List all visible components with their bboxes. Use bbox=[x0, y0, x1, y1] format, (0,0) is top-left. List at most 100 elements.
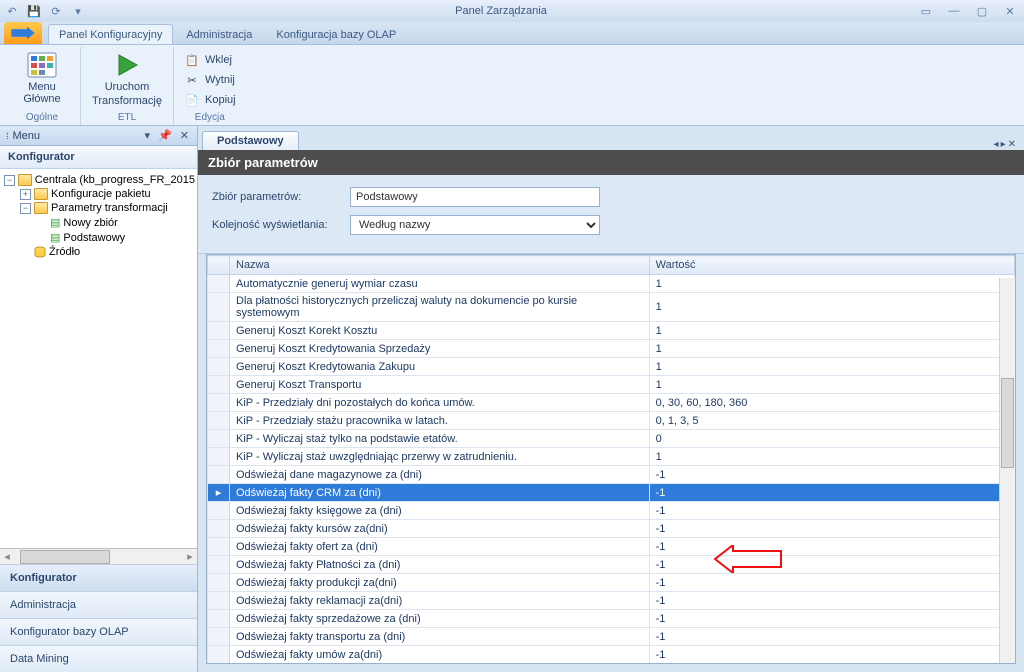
cell-nazwa[interactable]: Generuj Koszt Transportu bbox=[230, 376, 650, 394]
ribbon-tab-olap[interactable]: Konfiguracja bazy OLAP bbox=[265, 24, 407, 44]
copy-button[interactable]: 📄 Kopiuj bbox=[180, 91, 240, 109]
table-row[interactable]: Odświeżaj fakty wizyt za (dni)-1 bbox=[208, 664, 1015, 665]
qat-undo-icon[interactable]: ↶ bbox=[4, 3, 20, 19]
tree-node-parametry[interactable]: − Parametry transformacji bbox=[2, 201, 195, 215]
cell-nazwa[interactable]: Generuj Koszt Kredytowania Sprzedaży bbox=[230, 340, 650, 358]
table-row[interactable]: Odświeżaj fakty Płatności za (dni)-1 bbox=[208, 556, 1015, 574]
table-row[interactable]: Odświeżaj fakty księgowe za (dni)-1 bbox=[208, 502, 1015, 520]
column-header-wartosc[interactable]: Wartość bbox=[649, 256, 1014, 275]
cell-wartosc[interactable]: -1 bbox=[649, 484, 1014, 502]
close-button[interactable]: ✕ bbox=[1000, 3, 1020, 19]
cell-nazwa[interactable]: Odświeżaj fakty wizyt za (dni) bbox=[230, 664, 650, 665]
collapse-icon[interactable]: − bbox=[4, 175, 15, 186]
table-row[interactable]: Odświeżaj fakty umów za(dni)-1 bbox=[208, 646, 1015, 664]
collapse-icon[interactable]: − bbox=[20, 203, 31, 214]
help-button[interactable]: ▭ bbox=[916, 3, 936, 19]
table-row[interactable]: KiP - Wyliczaj staż tylko na podstawie e… bbox=[208, 430, 1015, 448]
cell-wartosc[interactable]: -1 bbox=[649, 646, 1014, 664]
cell-nazwa[interactable]: Dla płatności historycznych przeliczaj w… bbox=[230, 293, 650, 322]
tree-horizontal-scrollbar[interactable]: ◂ ▸ bbox=[0, 548, 197, 564]
tree-node-podstawowy[interactable]: ▤ Podstawowy bbox=[2, 230, 195, 245]
table-row[interactable]: Generuj Koszt Kredytowania Sprzedaży1 bbox=[208, 340, 1015, 358]
cell-wartosc[interactable]: 1 bbox=[649, 448, 1014, 466]
navigation-tree[interactable]: − Centrala (kb_progress_FR_2015 + Konfig… bbox=[0, 169, 197, 548]
cell-nazwa[interactable]: Odświeżaj dane magazynowe za (dni) bbox=[230, 466, 650, 484]
table-row[interactable]: Generuj Koszt Transportu1 bbox=[208, 376, 1015, 394]
nav-item-konfigurator[interactable]: Konfigurator bbox=[0, 564, 197, 591]
main-menu-button[interactable]: Menu Główne bbox=[10, 49, 74, 107]
table-row[interactable]: Odświeżaj fakty kursów za(dni)-1 bbox=[208, 520, 1015, 538]
cell-nazwa[interactable]: Generuj Koszt Kredytowania Zakupu bbox=[230, 358, 650, 376]
cell-nazwa[interactable]: Odświeżaj fakty umów za(dni) bbox=[230, 646, 650, 664]
cell-nazwa[interactable]: Odświeżaj fakty Płatności za (dni) bbox=[230, 556, 650, 574]
cell-wartosc[interactable]: 1 bbox=[649, 293, 1014, 322]
document-tab-podstawowy[interactable]: Podstawowy bbox=[202, 131, 299, 150]
qat-save-icon[interactable]: 💾 bbox=[26, 3, 42, 19]
column-header-nazwa[interactable]: Nazwa bbox=[230, 256, 650, 275]
cell-nazwa[interactable]: Odświeżaj fakty ofert za (dni) bbox=[230, 538, 650, 556]
grid-vertical-scrollbar[interactable] bbox=[999, 278, 1015, 663]
minimize-button[interactable]: — bbox=[944, 3, 964, 19]
cell-wartosc[interactable]: 1 bbox=[649, 275, 1014, 293]
table-row[interactable]: Automatycznie generuj wymiar czasu1 bbox=[208, 275, 1015, 293]
cell-wartosc[interactable]: 1 bbox=[649, 340, 1014, 358]
table-row[interactable]: Generuj Koszt Korekt Kosztu1 bbox=[208, 322, 1015, 340]
tree-node-konfiguracje[interactable]: + Konfiguracje pakietu bbox=[2, 187, 195, 201]
nav-item-datamining[interactable]: Data Mining bbox=[0, 645, 197, 672]
cell-wartosc[interactable]: 0, 1, 3, 5 bbox=[649, 412, 1014, 430]
table-row[interactable]: Odświeżaj fakty ofert za (dni)-1 bbox=[208, 538, 1015, 556]
table-row[interactable]: KiP - Wyliczaj staż uwzględniając przerw… bbox=[208, 448, 1015, 466]
tree-node-nowy-zbior[interactable]: ▤ Nowy zbiór bbox=[2, 215, 195, 230]
cell-nazwa[interactable]: Odświeżaj fakty produkcji za(dni) bbox=[230, 574, 650, 592]
paste-button[interactable]: 📋 Wklej bbox=[180, 51, 240, 69]
table-row[interactable]: Odświeżaj fakty produkcji za(dni)-1 bbox=[208, 574, 1015, 592]
input-zbior-parametrow[interactable] bbox=[350, 187, 600, 207]
cell-nazwa[interactable]: Odświeżaj fakty kursów za(dni) bbox=[230, 520, 650, 538]
cell-nazwa[interactable]: Odświeżaj fakty sprzedażowe za (dni) bbox=[230, 610, 650, 628]
run-transformation-button[interactable]: Uruchom Transformację bbox=[87, 49, 167, 109]
cell-wartosc[interactable]: -1 bbox=[649, 664, 1014, 665]
nav-item-olap[interactable]: Konfigurator bazy OLAP bbox=[0, 618, 197, 645]
table-row[interactable]: KiP - Przedziały dni pozostałych do końc… bbox=[208, 394, 1015, 412]
tab-close-icon[interactable]: ✕ bbox=[1008, 139, 1016, 150]
table-row[interactable]: Dla płatności historycznych przeliczaj w… bbox=[208, 293, 1015, 322]
cell-wartosc[interactable]: 1 bbox=[649, 376, 1014, 394]
table-row[interactable]: Odświeżaj fakty reklamacji za(dni)-1 bbox=[208, 592, 1015, 610]
dropdown-icon[interactable]: ▾ bbox=[143, 129, 153, 142]
cell-nazwa[interactable]: Odświeżaj fakty reklamacji za(dni) bbox=[230, 592, 650, 610]
cell-wartosc[interactable]: -1 bbox=[649, 628, 1014, 646]
qat-more-icon[interactable]: ▾ bbox=[70, 3, 86, 19]
cell-wartosc[interactable]: -1 bbox=[649, 466, 1014, 484]
close-pane-icon[interactable]: ✕ bbox=[178, 129, 191, 142]
cut-button[interactable]: ✂ Wytnij bbox=[180, 71, 240, 89]
cell-nazwa[interactable]: KiP - Wyliczaj staż uwzględniając przerw… bbox=[230, 448, 650, 466]
tree-node-root[interactable]: − Centrala (kb_progress_FR_2015 bbox=[2, 173, 195, 187]
cell-nazwa[interactable]: KiP - Wyliczaj staż tylko na podstawie e… bbox=[230, 430, 650, 448]
cell-wartosc[interactable]: -1 bbox=[649, 556, 1014, 574]
table-row[interactable]: KiP - Przedziały stażu pracownika w lata… bbox=[208, 412, 1015, 430]
ribbon-tab-administracja[interactable]: Administracja bbox=[175, 24, 263, 44]
tab-prev-icon[interactable]: ◂ bbox=[994, 139, 999, 150]
nav-item-administracja[interactable]: Administracja bbox=[0, 591, 197, 618]
cell-nazwa[interactable]: Odświeżaj fakty transportu za (dni) bbox=[230, 628, 650, 646]
parameters-grid[interactable]: Nazwa Wartość Automatycznie generuj wymi… bbox=[206, 254, 1016, 664]
table-row[interactable]: Generuj Koszt Kredytowania Zakupu1 bbox=[208, 358, 1015, 376]
cell-wartosc[interactable]: -1 bbox=[649, 502, 1014, 520]
select-kolejnosc[interactable]: Według nazwy bbox=[350, 215, 600, 235]
cell-wartosc[interactable]: -1 bbox=[649, 574, 1014, 592]
cell-nazwa[interactable]: Generuj Koszt Korekt Kosztu bbox=[230, 322, 650, 340]
tab-next-icon[interactable]: ▸ bbox=[1001, 139, 1006, 150]
cell-wartosc[interactable]: 1 bbox=[649, 358, 1014, 376]
cell-wartosc[interactable]: -1 bbox=[649, 610, 1014, 628]
table-row[interactable]: Odświeżaj dane magazynowe za (dni)-1 bbox=[208, 466, 1015, 484]
tree-node-zrodlo[interactable]: Źródło bbox=[2, 245, 195, 259]
table-row[interactable]: Odświeżaj fakty sprzedażowe za (dni)-1 bbox=[208, 610, 1015, 628]
cell-nazwa[interactable]: Automatycznie generuj wymiar czasu bbox=[230, 275, 650, 293]
cell-wartosc[interactable]: -1 bbox=[649, 538, 1014, 556]
cell-nazwa[interactable]: KiP - Przedziały dni pozostałych do końc… bbox=[230, 394, 650, 412]
pin-icon[interactable]: 📌 bbox=[156, 129, 174, 142]
application-menu-button[interactable] bbox=[4, 22, 42, 44]
cell-nazwa[interactable]: Odświeżaj fakty księgowe za (dni) bbox=[230, 502, 650, 520]
expand-icon[interactable]: + bbox=[20, 189, 31, 200]
cell-wartosc[interactable]: -1 bbox=[649, 592, 1014, 610]
